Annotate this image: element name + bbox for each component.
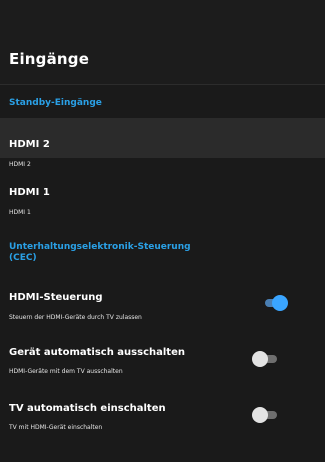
item-title: Gerät automatisch ausschalten bbox=[9, 347, 185, 358]
list-item-hdmi-2[interactable]: HDMI 2 HDMI 2 bbox=[0, 118, 325, 168]
section-header-cec: Unterhaltungselektronik-Steuerung (CEC) bbox=[9, 242, 191, 264]
header-divider bbox=[0, 84, 325, 85]
item-subtitle: Steuern der HDMI-Geräte durch TV zulasse… bbox=[9, 314, 142, 321]
tv-einschalten-toggle[interactable] bbox=[252, 407, 278, 423]
item-title: HDMI 1 bbox=[9, 187, 50, 198]
page-title: Eingänge bbox=[9, 50, 90, 68]
section-header-cec-line2: (CEC) bbox=[9, 253, 37, 263]
section-header-cec-line1: Unterhaltungselektronik-Steuerung bbox=[9, 242, 191, 252]
item-title: HDMI-Steuerung bbox=[9, 292, 103, 303]
item-subtitle: TV mit HDMI-Gerät einschalten bbox=[9, 424, 103, 431]
item-subtitle: HDMI 2 bbox=[9, 161, 31, 168]
section-header-standby: Standby-Eingänge bbox=[9, 98, 102, 108]
settings-panel: Eingänge Standby-Eingänge HDMI 2 HDMI 2 … bbox=[0, 0, 325, 462]
list-item-hdmi-1[interactable]: HDMI 1 HDMI 1 bbox=[0, 176, 325, 216]
item-title: HDMI 2 bbox=[9, 139, 50, 150]
hdmi-steuerung-toggle[interactable] bbox=[262, 295, 288, 311]
list-item-tv-einschalten[interactable]: TV automatisch einschalten TV mit HDMI-G… bbox=[0, 396, 325, 436]
list-item-hdmi-steuerung[interactable]: HDMI-Steuerung Steuern der HDMI-Geräte d… bbox=[0, 285, 325, 325]
list-item-geraet-ausschalten[interactable]: Gerät automatisch ausschalten HDMI-Gerät… bbox=[0, 340, 325, 380]
geraet-ausschalten-toggle[interactable] bbox=[252, 351, 278, 367]
toggle-knob bbox=[252, 351, 268, 367]
item-subtitle: HDMI-Geräte mit dem TV ausschalten bbox=[9, 368, 123, 375]
toggle-knob bbox=[272, 295, 288, 311]
toggle-knob bbox=[252, 407, 268, 423]
item-title: TV automatisch einschalten bbox=[9, 403, 166, 414]
panel-header: Eingänge bbox=[0, 0, 325, 84]
item-subtitle: HDMI 1 bbox=[9, 209, 31, 216]
